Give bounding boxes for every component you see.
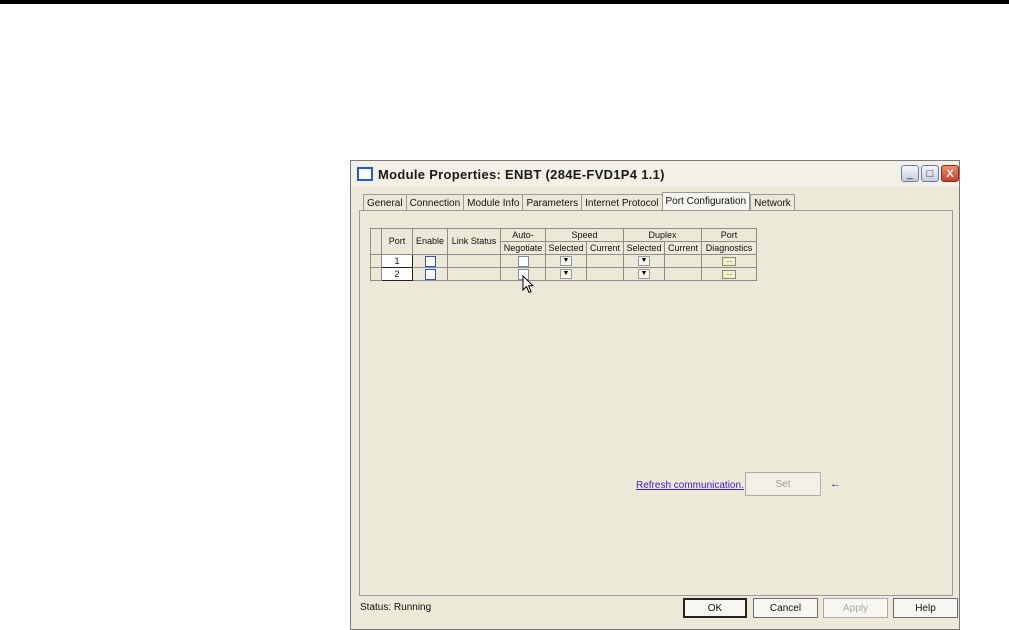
enable-checkbox[interactable] [424, 255, 436, 267]
auto-negotiate-checkbox[interactable] [517, 255, 529, 267]
speed-current-cell [586, 254, 624, 268]
col-link-status: Link Status [447, 228, 501, 255]
speed-dropdown[interactable]: ▼ [560, 256, 572, 267]
enable-checkbox[interactable] [424, 268, 436, 280]
minimize-button[interactable]: _ [901, 165, 919, 182]
speed-selected-cell: ▼ [545, 254, 587, 268]
port-table: Port Enable Link Status Auto- Speed Dupl… [370, 228, 757, 281]
col-speed-current: Current [586, 241, 624, 255]
duplex-selected-cell: ▼ [623, 254, 665, 268]
port-diagnostics-cell: ... [701, 254, 757, 268]
help-button[interactable]: Help [893, 598, 958, 618]
refresh-communication-link[interactable]: Refresh communication. [636, 480, 744, 491]
duplex-dropdown[interactable]: ▼ [638, 256, 650, 267]
speed-current-cell [586, 267, 624, 281]
duplex-current-cell [664, 267, 702, 281]
row-header[interactable] [370, 254, 382, 268]
speed-selected-cell: ▼ [545, 267, 587, 281]
cancel-button[interactable]: Cancel [753, 598, 818, 618]
enable-cell [412, 254, 448, 268]
row-header[interactable] [370, 267, 382, 281]
port-number: 2 [381, 267, 413, 281]
module-properties-dialog: Module Properties: ENBT (284E-FVD1P4 1.1… [350, 160, 960, 630]
link-status-cell [447, 267, 501, 281]
port-diagnostics-button[interactable]: ... [722, 257, 736, 267]
mouse-pointer-icon [522, 275, 534, 294]
enable-cell [412, 267, 448, 281]
port-diagnostics-cell: ... [701, 267, 757, 281]
table-row: 1 ▼ ▼ ... [370, 254, 757, 268]
table-row: 2 ▼ ▼ ... [370, 267, 757, 281]
left-arrow-icon: ← [830, 478, 841, 490]
window-controls: _ □ X [901, 165, 959, 182]
duplex-current-cell [664, 254, 702, 268]
set-button[interactable]: Set [745, 472, 821, 496]
col-duplex-current: Current [664, 241, 702, 255]
col-auto-negotiate-1: Auto- [500, 228, 546, 242]
auto-negotiate-cell [500, 254, 546, 268]
duplex-selected-cell: ▼ [623, 267, 665, 281]
apply-button[interactable]: Apply [823, 598, 888, 618]
title-bar[interactable]: Module Properties: ENBT (284E-FVD1P4 1.1… [351, 161, 959, 187]
window-icon [357, 167, 373, 181]
col-port-diagnostics-1: Port [701, 228, 757, 242]
status-text: Status: Running [360, 602, 432, 613]
col-duplex: Duplex [623, 228, 702, 242]
page-top-rule [0, 0, 1009, 4]
maximize-button[interactable]: □ [921, 165, 939, 182]
ok-button[interactable]: OK [683, 598, 747, 618]
speed-dropdown[interactable]: ▼ [560, 269, 572, 280]
port-number: 1 [381, 254, 413, 268]
col-auto-negotiate-2: Negotiate [500, 241, 546, 255]
duplex-dropdown[interactable]: ▼ [638, 269, 650, 280]
close-button[interactable]: X [941, 165, 959, 182]
col-port-diagnostics-2: Diagnostics [701, 241, 757, 255]
port-diagnostics-button[interactable]: ... [722, 270, 736, 280]
row-header-corner [370, 228, 382, 255]
link-status-cell [447, 254, 501, 268]
col-speed-selected: Selected [545, 241, 587, 255]
port-configuration-panel: Port Enable Link Status Auto- Speed Dupl… [359, 210, 953, 596]
window-title: Module Properties: ENBT (284E-FVD1P4 1.1… [378, 166, 665, 182]
col-speed: Speed [545, 228, 624, 242]
col-port: Port [381, 228, 413, 255]
col-duplex-selected: Selected [623, 241, 665, 255]
col-enable: Enable [412, 228, 448, 255]
